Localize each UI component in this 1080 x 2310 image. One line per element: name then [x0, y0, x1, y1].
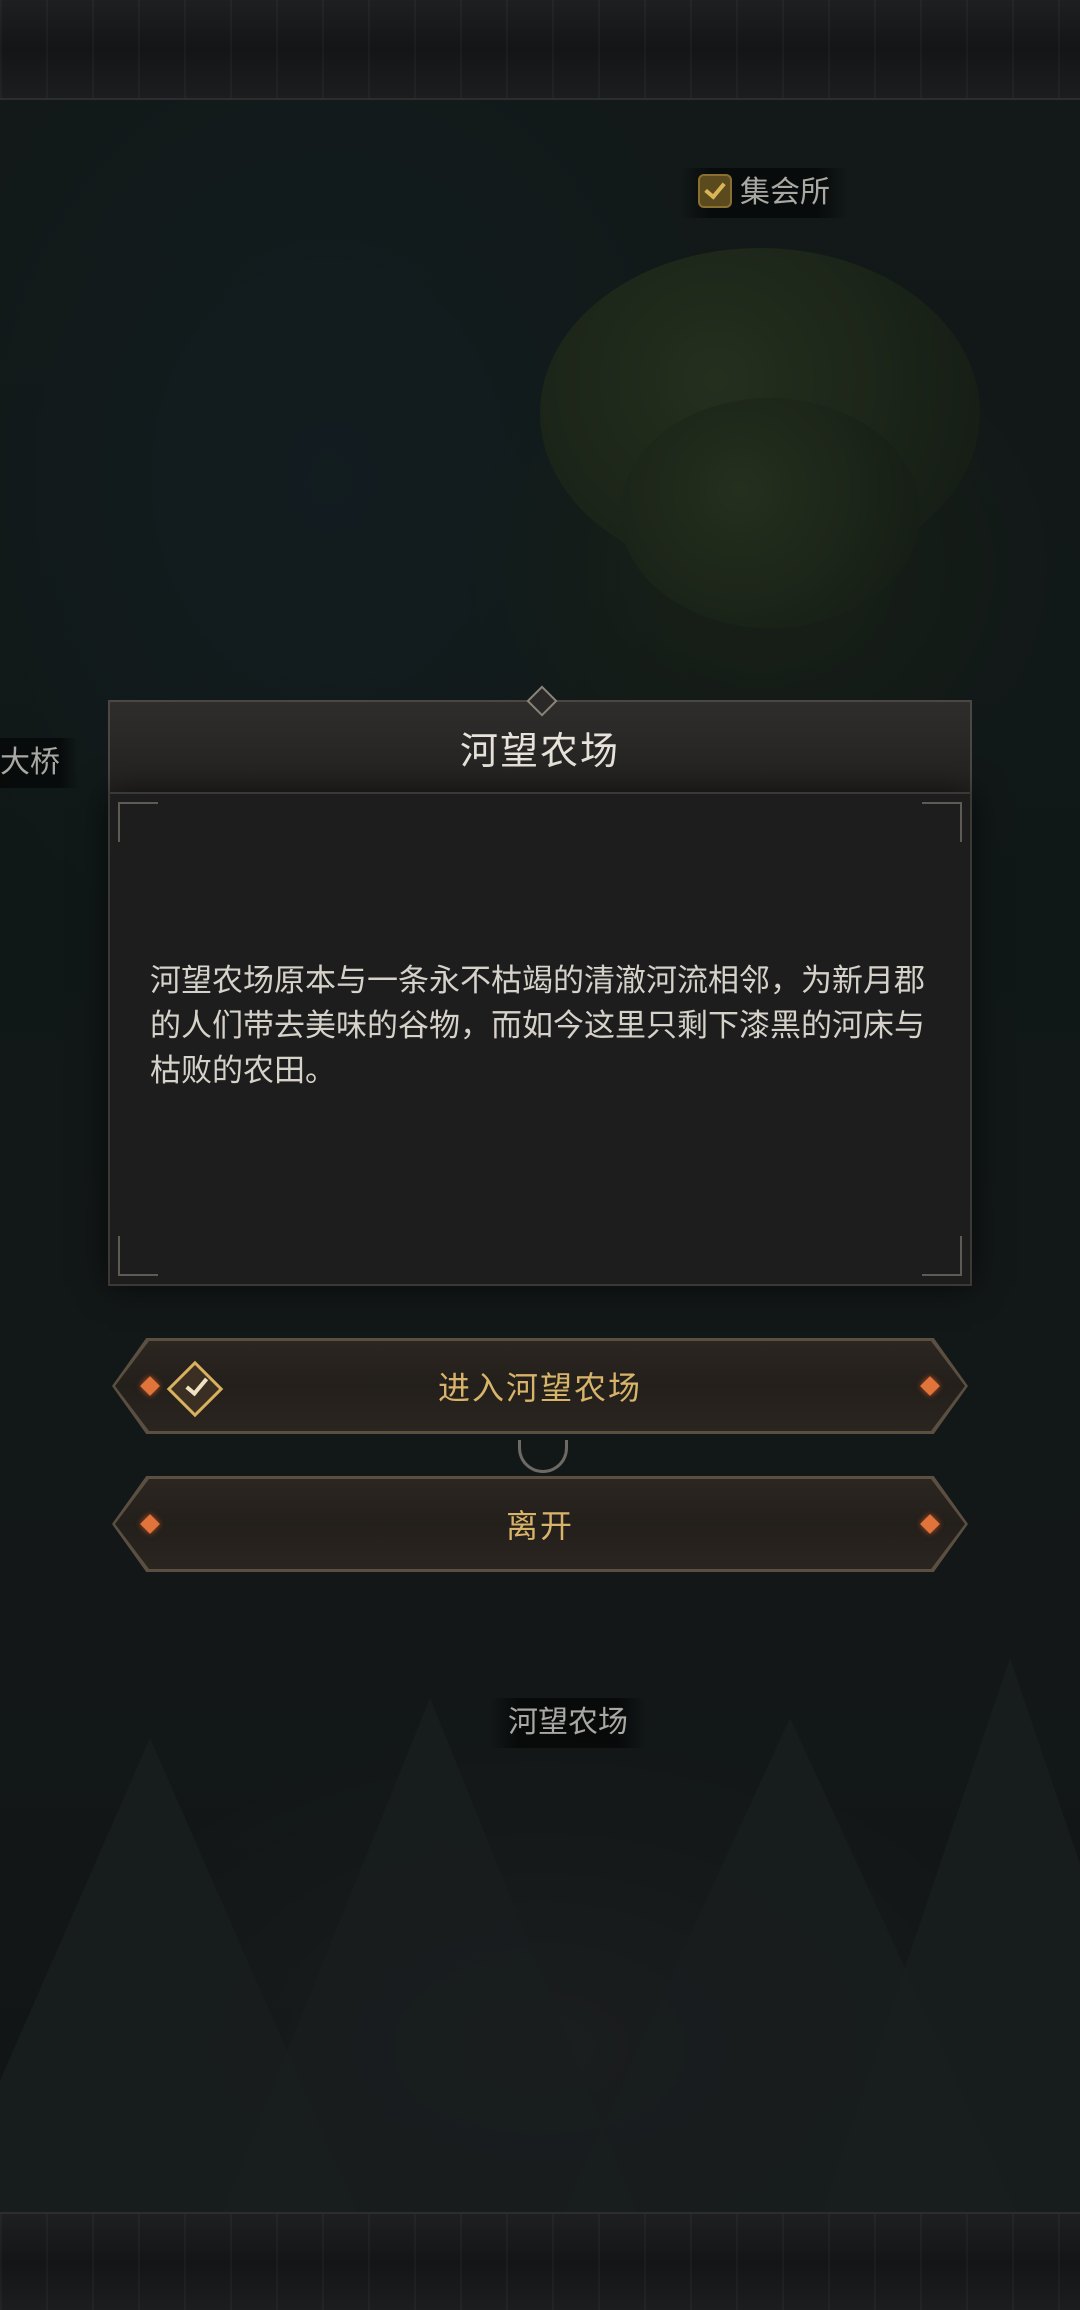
- map-label-bridge[interactable]: 大桥: [0, 738, 78, 788]
- dialog-body: 河望农场原本与一条永不枯竭的清澈河流相邻，为新月郡的人们带去美味的谷物，而如今这…: [108, 792, 972, 1286]
- dialog-description: 河望农场原本与一条永不枯竭的清澈河流相邻，为新月郡的人们带去美味的谷物，而如今这…: [150, 963, 925, 1089]
- enter-farm-button-face[interactable]: 进入河望农场: [115, 1341, 965, 1431]
- corner-ornament: [922, 1236, 962, 1276]
- enter-farm-button[interactable]: 进入河望农场: [112, 1338, 968, 1434]
- bottom-frame-border: [0, 2212, 1080, 2310]
- diamond-gem-icon: [140, 1376, 160, 1396]
- map-label-farm[interactable]: 河望农场: [490, 1698, 646, 1748]
- corner-ornament: [118, 1236, 158, 1276]
- map-label-gathering-hall-text: 集会所: [740, 175, 830, 210]
- leave-button-face[interactable]: 离开: [115, 1479, 965, 1569]
- diamond-gem-icon: [920, 1514, 940, 1534]
- confirm-check-icon: [166, 1360, 224, 1418]
- location-dialog: 河望农场 河望农场原本与一条永不枯竭的清澈河流相邻，为新月郡的人们带去美味的谷物…: [108, 685, 972, 1286]
- leave-label: 离开: [505, 1507, 574, 1545]
- dialog-title: 河望农场: [459, 728, 620, 773]
- map-label-bridge-text: 大桥: [0, 745, 60, 780]
- dialog-header: 河望农场: [108, 685, 972, 794]
- map-label-farm-text: 河望农场: [508, 1705, 628, 1740]
- checkmark-icon: [698, 173, 732, 208]
- diamond-gem-icon: [920, 1376, 940, 1396]
- corner-ornament: [922, 802, 962, 842]
- corner-ornament: [118, 802, 158, 842]
- enter-farm-label: 进入河望农场: [437, 1369, 642, 1407]
- diamond-gem-icon: [140, 1514, 160, 1534]
- leave-button[interactable]: 离开: [112, 1476, 968, 1572]
- map-label-gathering-hall[interactable]: 集会所: [680, 168, 848, 218]
- top-frame-border: [0, 0, 1080, 100]
